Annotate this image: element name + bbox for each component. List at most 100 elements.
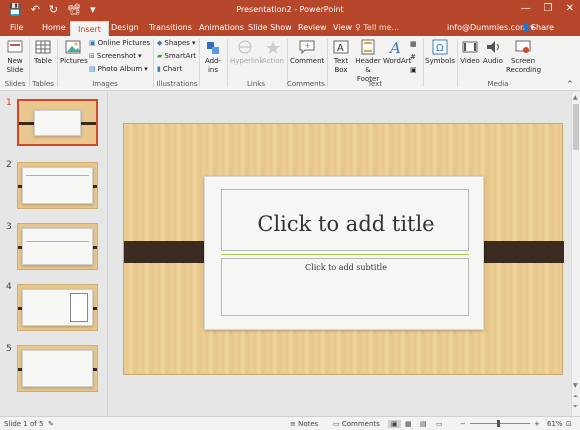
person-icon: 👤 [521,23,531,32]
thumb-picture-placeholder [70,293,88,322]
chart-label: Chart [162,65,183,73]
restore-icon[interactable]: ❐ [544,3,553,14]
object-icon: ▣ [410,66,417,74]
thumb-card [22,167,93,204]
collapse-ribbon-button[interactable]: ^ [567,80,573,89]
tab-slide-show[interactable]: Slide Show [248,23,292,32]
zoom-slider[interactable] [470,423,530,424]
slide-thumbnail-2[interactable] [17,162,98,209]
scroll-thumb[interactable] [573,104,579,150]
hyperlink-button[interactable]: Hyperlink [230,39,264,66]
object-button[interactable]: ▣ [410,66,417,75]
slide-thumbnail-3[interactable] [17,223,98,270]
slide-thumbnail-1[interactable] [17,99,98,146]
fit-to-window-icon[interactable]: ⊡ [566,420,572,428]
tab-design[interactable]: Design [111,23,139,32]
zoom-in-icon[interactable]: + [534,420,540,428]
comments-icon: ▭ [333,420,342,428]
symbols-label: Symbols [425,57,455,65]
tab-review[interactable]: Review [298,23,327,32]
tell-me-box[interactable]: ♀ Tell me... [355,23,399,32]
tab-animations[interactable]: Animations [199,23,244,32]
addins-label: Add-ins [204,57,222,74]
status-bar: Slide 1 of 5 ✎ ≡ Notes ▭ Comments ▣ ▦ ▤ … [0,416,580,430]
svg-text:A: A [337,43,344,54]
spelling-icon[interactable]: ✎ [48,420,54,428]
online-pictures-button[interactable]: ▣ Online Pictures [89,39,150,48]
wordart-icon: A [388,39,401,55]
addins-button[interactable]: Add-ins [202,39,224,75]
scroll-down-icon[interactable]: ▼ [573,382,578,389]
group-label-slides: Slides [4,80,26,88]
photo-album-label: Photo Album [97,65,143,73]
thumb-rule [26,175,89,176]
speaker-icon [487,41,499,53]
zoom-slider-knob[interactable] [497,420,500,427]
thumb-number: 5 [6,344,12,354]
slide-thumbnail-5[interactable] [17,345,98,392]
pictures-button[interactable]: Pictures [60,39,88,66]
screenshot-button[interactable]: ⊞ Screenshot ▾ [89,52,142,61]
tab-insert[interactable]: Insert [70,21,109,37]
smartart-button[interactable]: ▰ SmartArt [157,52,196,61]
slide-number-button[interactable]: # [410,53,416,62]
video-button[interactable]: Video [459,39,481,66]
close-icon[interactable]: ✕ [566,3,574,14]
tab-transitions[interactable]: Transitions [149,23,192,32]
screen-recording-button[interactable]: Screen Recording [506,39,542,75]
slide-thumbnail-4[interactable] [17,284,98,331]
chart-button[interactable]: ▮ Chart [157,65,182,74]
scroll-up-icon[interactable]: ▲ [573,94,578,101]
chevron-down-icon: ▾ [144,65,148,73]
notes-button[interactable]: ≡ Notes [290,420,318,428]
thumb-number: 2 [6,160,12,170]
separator [57,39,58,87]
vertical-scrollbar[interactable]: ▲ ▼ ⏶ ⏷ [571,92,580,416]
subtitle-placeholder[interactable]: Click to add subtitle [221,258,469,316]
chevron-up-icon: ^ [567,80,573,88]
tab-file[interactable]: File [10,23,23,32]
zoom-level[interactable]: 61% [547,420,563,428]
title-placeholder[interactable]: Click to add title [221,189,469,251]
shapes-button[interactable]: ◆ Shapes ▾ [157,39,195,48]
date-time-button[interactable]: ▦ [410,40,417,49]
action-label: Action [262,57,284,65]
thumb-number: 1 [6,98,12,108]
tab-view[interactable]: View [333,23,352,32]
previous-slide-icon[interactable]: ⏶ [573,393,578,401]
table-icon [35,40,51,54]
slide-sorter-icon[interactable]: ▦ [405,420,412,428]
thumb-number: 3 [6,222,12,232]
normal-view-icon[interactable]: ▣ [388,420,401,428]
tab-home[interactable]: Home [42,23,66,32]
symbols-button[interactable]: Ω Symbols [425,39,455,66]
wordart-label: WordArt [383,57,412,65]
separator [199,39,200,87]
action-button[interactable]: Action [262,39,284,66]
screen-recording-label: Screen Recording [506,57,542,74]
new-slide-button[interactable]: New Slide [4,39,26,75]
next-slide-icon[interactable]: ⏷ [573,403,578,411]
photo-album-button[interactable]: ▤ Photo Album ▾ [89,65,148,74]
slideshow-view-icon[interactable]: ▭ [436,420,443,428]
zoom-out-icon[interactable]: − [460,420,466,428]
text-box-button[interactable]: A Text Box [330,39,352,75]
comments-button[interactable]: ▭ Comments [333,420,380,428]
header-footer-button[interactable]: Header & Footer [354,39,382,84]
group-label-images: Images [92,80,118,88]
svg-text:A: A [388,39,401,55]
comment-button[interactable]: + Comment [290,39,324,66]
screen-recording-icon [515,40,531,53]
table-label: Table [33,57,53,65]
reading-view-icon[interactable]: ▤ [420,420,427,428]
chevron-down-icon: ▾ [191,39,196,47]
separator [423,39,424,87]
video-icon [462,41,478,53]
table-button[interactable]: Table [32,39,54,66]
share-button[interactable]: 👤Share [521,23,554,32]
group-label-links: Links [247,80,265,88]
minimize-icon[interactable]: — [521,3,531,14]
wordart-button[interactable]: A WordArt [383,39,412,66]
audio-button[interactable]: Audio [482,39,504,66]
hyperlink-label: Hyperlink [230,57,264,65]
